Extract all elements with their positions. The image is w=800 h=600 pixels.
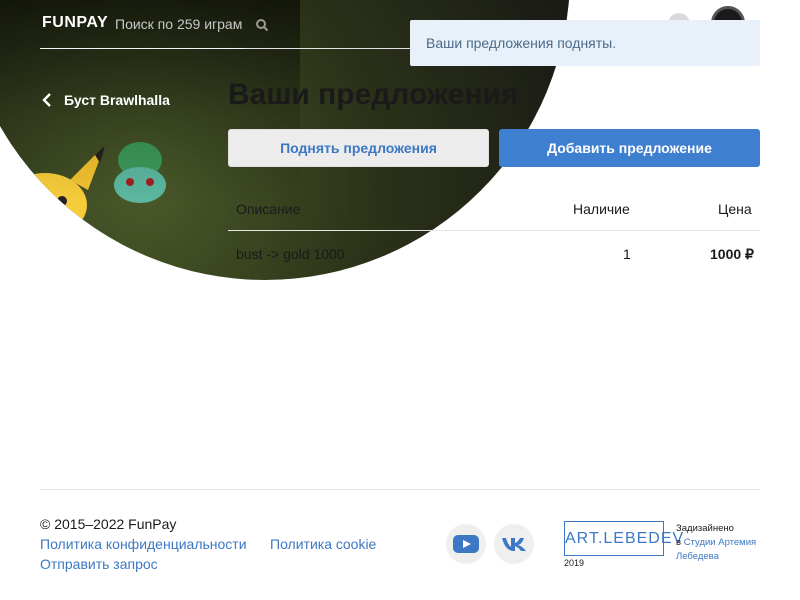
back-link-label: Буст Brawlhalla bbox=[64, 92, 170, 108]
table-divider bbox=[228, 230, 760, 231]
offer-description[interactable]: bust -> gold 1000 bbox=[236, 246, 345, 262]
raise-offers-button[interactable]: Поднять предложения bbox=[228, 129, 489, 167]
column-header-description: Описание bbox=[236, 201, 301, 217]
studio-link-lebedev[interactable]: Лебедева bbox=[676, 550, 756, 564]
designed-by-label: Задизайнено bbox=[676, 523, 734, 534]
search-icon[interactable] bbox=[255, 18, 269, 32]
chevron-left-icon bbox=[42, 93, 51, 107]
designed-by-prefix: в bbox=[676, 537, 682, 548]
column-header-stock: Наличие bbox=[573, 201, 630, 217]
offer-price: 1000 ₽ bbox=[710, 246, 754, 262]
art-lebedev-year: 2019 bbox=[564, 558, 585, 568]
vk-button[interactable] bbox=[494, 524, 534, 564]
search-input[interactable]: Поиск по 259 играм bbox=[115, 16, 242, 32]
youtube-button[interactable] bbox=[446, 524, 486, 564]
copyright: © 2015–2022 FunPay bbox=[40, 516, 177, 532]
header-divider-banner bbox=[40, 48, 245, 49]
column-header-price: Цена bbox=[718, 201, 752, 217]
privacy-policy-link[interactable]: Политика конфиденциальности bbox=[40, 536, 247, 552]
funpay-logo[interactable]: FUNPAY bbox=[42, 14, 108, 32]
offer-stock: 1 bbox=[623, 246, 631, 262]
send-request-link[interactable]: Отправить запрос bbox=[40, 556, 158, 572]
page: FUNPAY Поиск по 259 играм Буст Brawlhall… bbox=[0, 0, 800, 600]
art-lebedev-logo[interactable]: ART.LEBEDEV bbox=[564, 521, 683, 556]
toast-message: Ваши предложения подняты. bbox=[426, 35, 617, 51]
studio-link[interactable]: Студии Артемия bbox=[684, 537, 756, 548]
cookie-policy-link[interactable]: Политика cookie bbox=[270, 536, 376, 552]
footer-divider bbox=[40, 489, 760, 490]
add-offer-button[interactable]: Добавить предложение bbox=[499, 129, 760, 167]
page-title: Ваши предложения bbox=[228, 78, 519, 111]
vk-icon bbox=[502, 538, 526, 551]
youtube-icon bbox=[453, 535, 479, 553]
designed-by: Задизайнено в Студии Артемия Лебедева bbox=[676, 522, 756, 564]
success-toast: Ваши предложения подняты. bbox=[410, 20, 760, 66]
back-link[interactable]: Буст Brawlhalla bbox=[42, 92, 170, 108]
